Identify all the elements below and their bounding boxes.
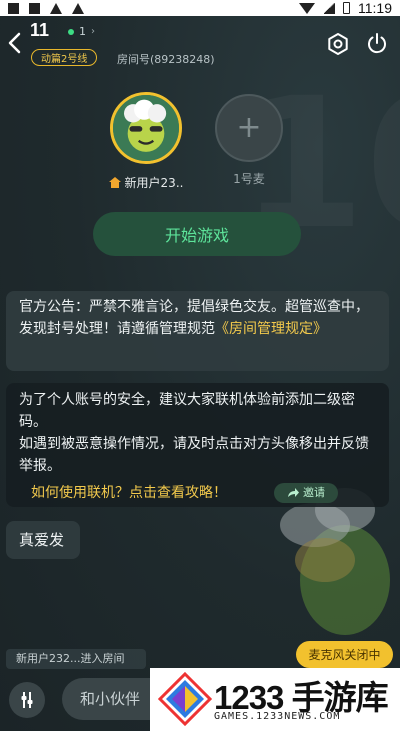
chevron-right-icon: › (91, 26, 95, 37)
start-game-button[interactable]: 开始游戏 (93, 212, 301, 256)
chat-message: 真爱发 (6, 521, 80, 559)
guide-link[interactable]: 如何使用联机？点击查看攻略！ (31, 482, 227, 504)
owner-home-icon (108, 177, 121, 188)
share-arrow-icon (288, 488, 299, 497)
book-icon (29, 2, 40, 14)
wifi-icon (299, 2, 315, 14)
back-arrow-icon[interactable] (4, 30, 26, 56)
seat-owner-name-row: 新用户23.. (108, 174, 184, 191)
tips-line-2: 如遇到被恶意操作情况，请及时点击对方头像移出并反馈举报。 (19, 436, 369, 474)
notification-icon (8, 2, 19, 14)
channel-tag: 动篇2号线 (31, 49, 98, 66)
tips-line-1: 为了个人账号的安全，建议大家联机体验前添加二级密码。 (19, 392, 355, 430)
app-icon (72, 2, 84, 14)
system-notice: 官方公告：严禁不雅言论，提倡绿色交友。超管巡查中，发现封号处理！请遵循管理规范《… (6, 291, 389, 371)
invite-label: 邀请 (303, 486, 325, 499)
plus-icon: + (236, 110, 262, 145)
warning-icon (50, 2, 62, 14)
watermark-domain: GAMES.1233NEWS.COM (214, 711, 341, 722)
join-notice: 新用户232...进入房间 (6, 649, 146, 669)
power-icon[interactable] (366, 32, 388, 54)
mixer-icon (21, 692, 33, 708)
seat-mic-1[interactable]: + 1号麦 (214, 94, 284, 187)
avatar[interactable] (110, 92, 182, 164)
voice-toggle-button[interactable] (9, 682, 45, 718)
mic-status-badge: 麦克风关闭中 (296, 641, 393, 668)
seat-owner-name: 新用户23.. (124, 176, 184, 190)
online-count-value: 1 (79, 25, 86, 38)
seat-mic-1-label: 1号麦 (233, 172, 265, 186)
watermark: 1233 手游库 GAMES.1233NEWS.COM (150, 668, 400, 731)
watermark-logo (158, 672, 212, 726)
signal-icon (323, 2, 335, 14)
invite-button[interactable]: 邀请 (274, 483, 338, 503)
online-dot-icon (68, 28, 74, 35)
rules-link[interactable]: 《房间管理规定》 (215, 321, 327, 337)
room-header: 11 1 › 动篇2号线 房间号(89238248) (0, 18, 400, 70)
online-count[interactable]: 1 › (68, 25, 95, 38)
security-tips: 为了个人账号的安全，建议大家联机体验前添加二级密码。 如遇到被恶意操作情况，请及… (6, 383, 389, 507)
chat-message-text: 真爱发 (19, 531, 65, 549)
status-bar: 11:19 (0, 0, 400, 16)
room-number: 房间号(89238248) (117, 53, 215, 66)
avatar-image (113, 95, 179, 161)
settings-icon[interactable] (326, 32, 350, 56)
clock: 11:19 (358, 0, 392, 16)
seat-owner[interactable]: 新用户23.. (108, 92, 184, 191)
battery-icon (343, 2, 350, 14)
empty-seat[interactable]: + (215, 94, 283, 162)
room-title: 11 (30, 20, 50, 40)
